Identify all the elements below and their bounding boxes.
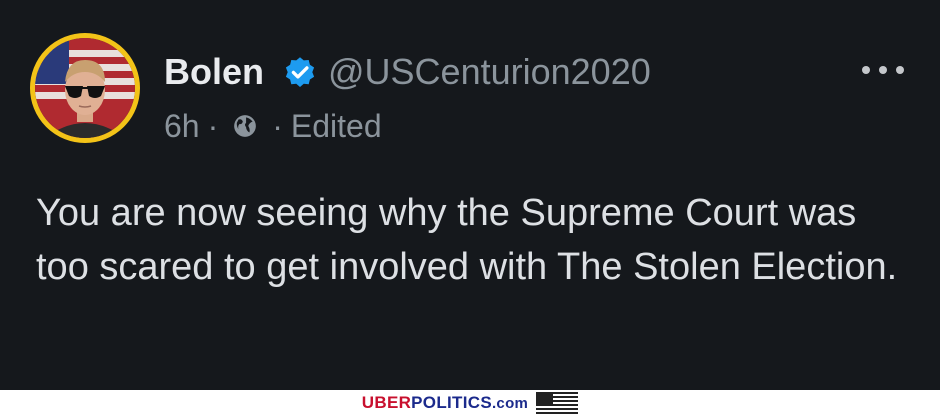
author-name[interactable]: Bolen [164, 50, 264, 94]
post-card[interactable]: Bolen @USCenturion2020 6h · · Edited You… [0, 0, 940, 390]
globe-icon [234, 115, 257, 137]
brand-logo: UBERPOLITICS.com [362, 393, 528, 413]
avatar[interactable] [30, 33, 140, 143]
post-meta: 6h · · Edited [164, 106, 382, 146]
post-text: You are now seeing why the Supreme Court… [36, 192, 898, 288]
watermark-footer: UBERPOLITICS.com [0, 390, 940, 416]
verified-check-icon [285, 57, 315, 87]
more-dot [862, 66, 870, 74]
separator-dot: · [207, 108, 219, 144]
brand-politics: POLITICS [411, 393, 492, 412]
more-dot [896, 66, 904, 74]
flag-icon [536, 392, 579, 414]
post-time[interactable]: 6h [164, 106, 200, 146]
brand-com: .com [491, 395, 529, 412]
separator-dot: · [272, 108, 283, 144]
more-options-icon[interactable] [862, 60, 904, 80]
brand-uber: UBER [361, 393, 412, 412]
edited-label[interactable]: Edited [291, 106, 382, 146]
author-handle[interactable]: @USCenturion2020 [328, 50, 651, 94]
avatar-image [35, 38, 135, 138]
more-dot [879, 66, 887, 74]
